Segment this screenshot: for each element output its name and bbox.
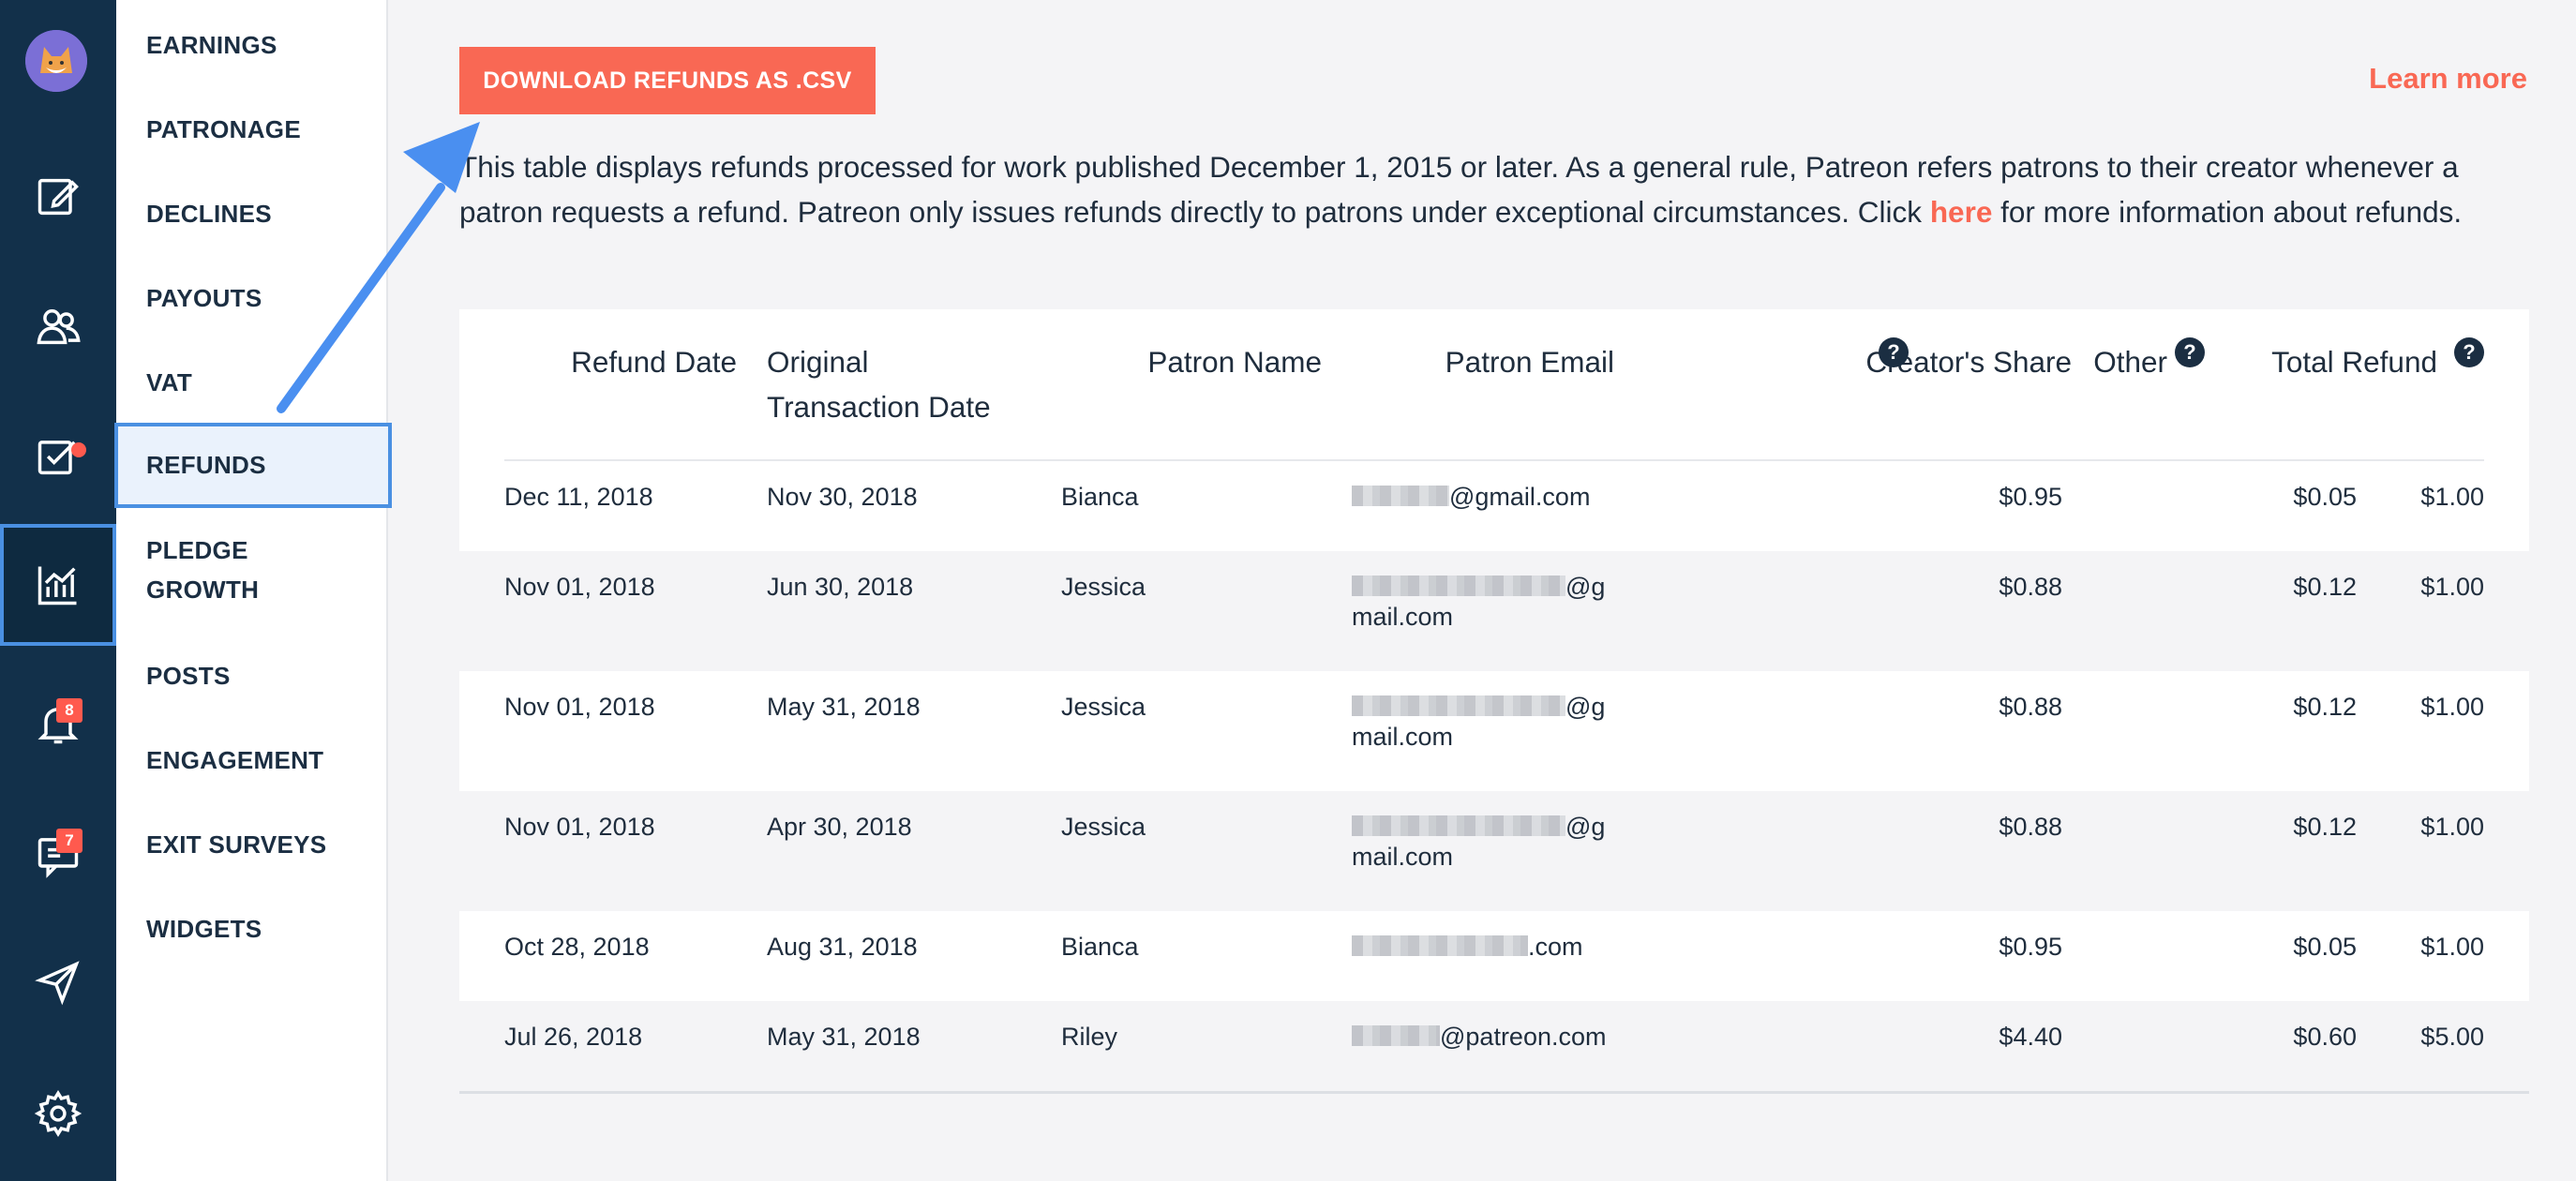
subnav-item-declines[interactable]: DECLINES — [146, 194, 272, 233]
cell-email-domain-2: mail.com — [1352, 843, 1454, 871]
cell-patron-email: @g mail.com — [1352, 812, 1605, 872]
bell-badge: 8 — [56, 698, 82, 723]
redacted-email — [1352, 695, 1565, 716]
cell-refund-date: Oct 28, 2018 — [504, 933, 650, 961]
header-refund-date: Refund Date — [571, 345, 737, 379]
subnav-item-refunds-label: REFUNDS — [146, 451, 266, 479]
cell-total-refund: $1.00 — [2420, 693, 2484, 721]
bell-icon[interactable]: 8 — [0, 663, 116, 785]
cell-email-domain: @gmail.com — [1449, 483, 1591, 511]
cell-original-date: Apr 30, 2018 — [767, 813, 912, 841]
cell-creators-share: $0.95 — [1999, 483, 2062, 511]
header-patron-email: Patron Email — [1445, 345, 1614, 379]
cell-email-domain: .com — [1528, 933, 1583, 961]
cell-total-refund: $5.00 — [2420, 1023, 2484, 1051]
table-header: Refund Date Original Transaction Date Pa… — [459, 309, 2529, 461]
cell-creators-share: $0.88 — [1999, 573, 2062, 601]
subnav-item-earnings[interactable]: EARNINGS — [146, 25, 277, 65]
cell-creators-share: $0.88 — [1999, 693, 2062, 721]
cell-original-date: Jun 30, 2018 — [767, 573, 914, 601]
table-row: Dec 11, 2018 Nov 30, 2018 Bianca @gmail.… — [459, 461, 2529, 551]
checklist-icon[interactable] — [0, 396, 116, 517]
cell-email-domain: @patreon.com — [1440, 1023, 1607, 1051]
description-text-end: for more information about refunds. — [1992, 195, 2463, 229]
cell-patron-name: Riley — [1061, 1023, 1118, 1051]
cell-patron-name: Jessica — [1061, 693, 1146, 721]
cell-refund-date: Nov 01, 2018 — [504, 693, 655, 721]
cell-total-refund: $1.00 — [2420, 483, 2484, 511]
analytics-chart-icon[interactable] — [0, 524, 116, 646]
cell-creators-share: $0.95 — [1999, 933, 2062, 961]
here-link[interactable]: here — [1930, 195, 1993, 229]
learn-more-link[interactable]: Learn more — [2369, 62, 2527, 96]
cell-total-refund: $1.00 — [2420, 813, 2484, 841]
download-csv-button[interactable]: DOWNLOAD REFUNDS AS .CSV — [459, 47, 876, 114]
subnav-item-posts[interactable]: POSTS — [146, 656, 231, 695]
cell-patron-name: Jessica — [1061, 813, 1146, 841]
cell-original-date: Nov 30, 2018 — [767, 483, 918, 511]
cell-email-domain-2: mail.com — [1352, 723, 1454, 751]
cell-total-refund: $1.00 — [2420, 933, 2484, 961]
table-row: Nov 01, 2018 May 31, 2018 Jessica @g mail… — [459, 671, 2529, 791]
left-rail: 8 7 — [0, 0, 116, 1181]
redacted-email — [1352, 815, 1565, 836]
table-row: Jul 26, 2018 May 31, 2018 Riley @patreon… — [459, 1001, 2529, 1091]
table-bottom-divider — [459, 1091, 2529, 1094]
people-icon[interactable] — [0, 265, 116, 387]
cell-original-date: May 31, 2018 — [767, 693, 921, 721]
gear-icon[interactable] — [0, 1053, 116, 1174]
redacted-email — [1352, 934, 1528, 956]
cell-original-date: May 31, 2018 — [767, 1023, 921, 1051]
subnav-item-vat[interactable]: VAT — [146, 363, 192, 402]
cell-refund-date: Nov 01, 2018 — [504, 813, 655, 841]
cell-patron-email: @g mail.com — [1352, 692, 1605, 752]
refunds-description: This table displays refunds processed fo… — [459, 144, 2531, 234]
cell-patron-name: Jessica — [1061, 573, 1146, 601]
subnav-item-refunds[interactable]: REFUNDS — [114, 423, 392, 508]
cell-email-domain: @g — [1565, 813, 1606, 841]
subnav-item-engagement[interactable]: ENGAGEMENT — [146, 740, 323, 780]
cell-original-date: Aug 31, 2018 — [767, 933, 918, 961]
cell-refund-date: Jul 26, 2018 — [504, 1023, 643, 1051]
header-total-refund: Total Refund — [2271, 345, 2437, 379]
subnav-item-exit-surveys[interactable]: EXIT SURVEYS — [146, 825, 326, 864]
table-row: Oct 28, 2018 Aug 31, 2018 Bianca .com $0… — [459, 911, 2529, 1001]
header-other: Other — [2093, 345, 2167, 379]
subnav-item-payouts[interactable]: PAYOUTS — [146, 278, 262, 318]
total-refund-help-icon[interactable]: ? — [2454, 337, 2484, 367]
cell-refund-date: Dec 11, 2018 — [504, 483, 653, 511]
subnav-item-patronage[interactable]: PATRONAGE — [146, 110, 301, 149]
cell-email-domain: @g — [1565, 573, 1606, 601]
messages-badge: 7 — [56, 829, 82, 853]
cell-patron-email: .com — [1352, 932, 1583, 962]
cell-patron-email: @gmail.com — [1352, 482, 1590, 512]
cell-total-refund: $1.00 — [2420, 573, 2484, 601]
cell-refund-date: Nov 01, 2018 — [504, 573, 655, 601]
cell-email-domain: @g — [1565, 693, 1606, 721]
messages-icon[interactable]: 7 — [0, 793, 116, 915]
header-original-line1: Original — [767, 345, 869, 379]
notification-dot — [71, 442, 86, 457]
cell-creators-share: $0.88 — [1999, 813, 2062, 841]
cell-patron-email: @g mail.com — [1352, 572, 1605, 632]
refunds-table: Refund Date Original Transaction Date Pa… — [459, 309, 2529, 1094]
cell-creators-share: $4.40 — [1999, 1023, 2062, 1051]
send-icon[interactable] — [0, 921, 116, 1043]
cell-patron-name: Bianca — [1061, 483, 1139, 511]
header-original-line2: Transaction Date — [767, 390, 991, 424]
cell-patron-email: @patreon.com — [1352, 1022, 1607, 1052]
header-patron-name: Patron Name — [1147, 345, 1322, 379]
redacted-email — [1352, 1024, 1440, 1046]
redacted-email — [1352, 485, 1449, 506]
table-row: Nov 01, 2018 Jun 30, 2018 Jessica @g mail… — [459, 551, 2529, 671]
subnav-item-widgets[interactable]: WIDGETS — [146, 909, 262, 949]
edit-post-icon[interactable] — [0, 136, 116, 258]
cell-patron-name: Bianca — [1061, 933, 1139, 961]
cell-email-domain-2: mail.com — [1352, 603, 1454, 631]
header-original-transaction-date: Original Transaction Date — [767, 339, 991, 429]
subnav-item-pledge-growth[interactable]: PLEDGE GROWTH — [146, 531, 259, 609]
table-row: Nov 01, 2018 Apr 30, 2018 Jessica @g mail… — [459, 791, 2529, 911]
avatar[interactable] — [25, 30, 87, 92]
redacted-email — [1352, 575, 1565, 596]
